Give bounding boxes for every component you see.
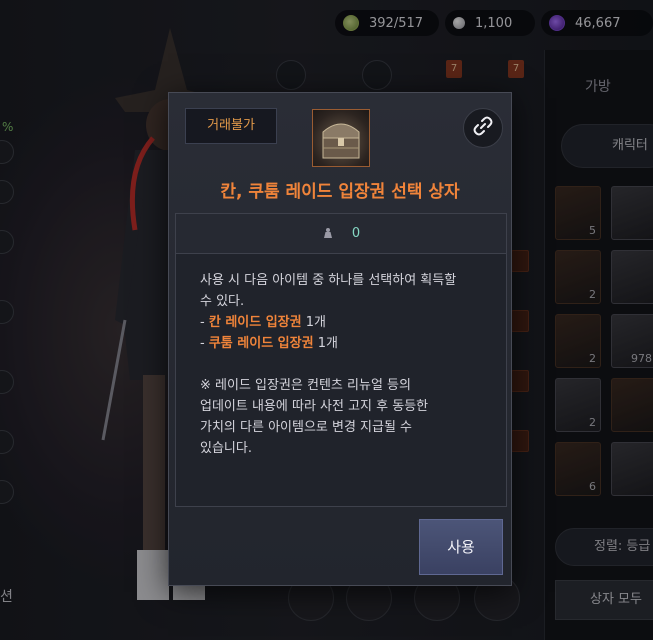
reward-option: - 칸 레이드 입장권 1개 <box>200 312 486 333</box>
option-prefix: - <box>200 336 209 351</box>
use-button[interactable]: 사용 <box>419 519 503 575</box>
option-prefix: - <box>200 315 209 330</box>
item-detail-modal: 거래불가 칸, 쿠툼 레이드 입장권 선택 상자 0 사용 시 다음 아이템 중… <box>168 92 512 586</box>
weight-value: 0 <box>351 226 361 241</box>
notice-line: 가치의 다른 아이템으로 변경 지급될 수 <box>200 420 413 435</box>
option-qty: 1개 <box>313 336 338 351</box>
reward-option: - 쿠툼 레이드 입장권 1개 <box>200 333 486 354</box>
description-line: 사용 시 다음 아이템 중 하나를 선택하여 획득할 <box>200 273 457 288</box>
untradeable-badge: 거래불가 <box>185 108 277 144</box>
share-link-button[interactable] <box>463 108 503 148</box>
option-qty: 1개 <box>301 315 326 330</box>
item-chest-icon <box>312 109 370 167</box>
notice-line: 있습니다. <box>200 441 252 456</box>
link-icon <box>473 116 493 140</box>
option-name: 쿠툼 레이드 입장권 <box>208 336 314 351</box>
notice-line: 업데이트 내용에 따라 사전 고지 후 동등한 <box>200 399 429 414</box>
weight-icon <box>322 224 334 243</box>
item-stats: 0 <box>175 213 507 253</box>
option-name: 칸 레이드 입장권 <box>208 315 302 330</box>
notice-line: ※ 레이드 입장권은 컨텐츠 리뉴얼 등의 <box>200 378 411 393</box>
description-line: 수 있다. <box>200 294 245 309</box>
item-title: 칸, 쿠툼 레이드 입장권 선택 상자 <box>220 182 460 202</box>
item-description: 사용 시 다음 아이템 중 하나를 선택하여 획득할 수 있다. - 칸 레이드… <box>175 253 507 507</box>
